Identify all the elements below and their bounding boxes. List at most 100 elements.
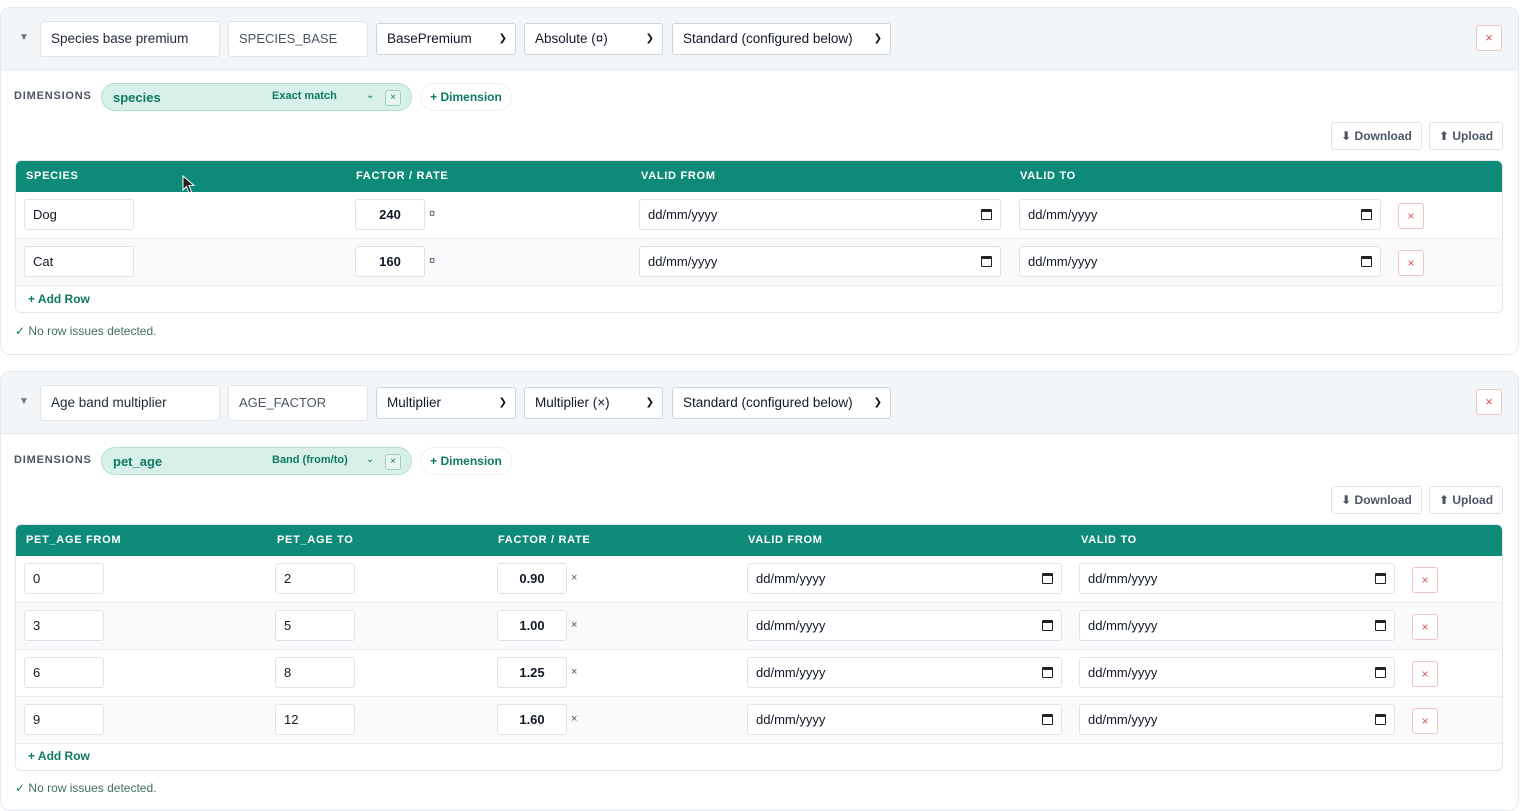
calendar-icon[interactable] (1375, 573, 1386, 584)
table-row: 3 5 1.00 × dd/mm/yyyy dd/mm/yyyy × (16, 603, 1502, 650)
age-to-input[interactable]: 5 (275, 610, 355, 641)
validation-status: ✓ No row issues detected. (15, 324, 156, 338)
calendar-icon[interactable] (1375, 667, 1386, 678)
add-row-button[interactable]: + Add Row (28, 292, 90, 306)
table-row: 9 12 1.60 × dd/mm/yyyy dd/mm/yyyy × (16, 697, 1502, 744)
valid-from-input[interactable]: dd/mm/yyyy (639, 246, 1001, 277)
dimension-match-mode[interactable]: Exact match (272, 90, 337, 102)
calendar-icon[interactable] (1361, 209, 1372, 220)
collapse-toggle-icon[interactable]: ▼ (19, 396, 29, 407)
delete-row-button[interactable]: × (1398, 203, 1424, 229)
calendar-icon[interactable] (1375, 714, 1386, 725)
validation-message: No row issues detected. (28, 781, 157, 795)
calendar-icon[interactable] (1361, 256, 1372, 267)
delete-row-button[interactable]: × (1412, 567, 1438, 593)
valid-to-input[interactable]: dd/mm/yyyy (1079, 704, 1395, 735)
species-input[interactable]: Cat (24, 246, 134, 277)
valid-from-input[interactable]: dd/mm/yyyy (747, 610, 1062, 641)
column-header: SPECIES (26, 170, 79, 182)
delete-row-button[interactable]: × (1412, 708, 1438, 734)
calendar-icon[interactable] (1042, 667, 1053, 678)
rate-input[interactable]: 1.25 (497, 657, 567, 688)
dimension-name: pet_age (113, 454, 163, 469)
column-header: VALID FROM (748, 534, 823, 546)
calendar-icon[interactable] (1042, 714, 1053, 725)
config-mode-select[interactable]: Standard (configured below) ❯ (672, 387, 891, 419)
valid-from-input[interactable]: dd/mm/yyyy (747, 563, 1062, 594)
column-header: PET_AGE FROM (26, 534, 122, 546)
valid-to-input[interactable]: dd/mm/yyyy (1079, 563, 1395, 594)
rate-input[interactable]: 160 (355, 246, 425, 277)
table-header: SPECIES FACTOR / RATE VALID FROM VALID T… (16, 161, 1502, 192)
age-to-input[interactable]: 12 (275, 704, 355, 735)
rate-input[interactable]: 1.60 (497, 704, 567, 735)
factor-code-input[interactable]: SPECIES_BASE (228, 21, 368, 57)
calendar-icon[interactable] (981, 209, 992, 220)
dimension-name: species (113, 90, 161, 105)
age-from-input[interactable]: 9 (24, 704, 104, 735)
column-header: FACTOR / RATE (356, 170, 449, 182)
table-row: 0 2 0.90 × dd/mm/yyyy dd/mm/yyyy × (16, 556, 1502, 603)
rate-input[interactable]: 240 (355, 199, 425, 230)
unit-mode-select[interactable]: Absolute (¤) ❯ (524, 23, 663, 55)
check-icon: ✓ (15, 781, 26, 795)
dimension-chip[interactable]: pet_age Band (from/to) ⌄ × (101, 447, 412, 475)
add-dimension-button[interactable]: + Dimension (420, 83, 512, 111)
valid-to-input[interactable]: dd/mm/yyyy (1019, 199, 1381, 230)
dimension-chip[interactable]: species Exact match ⌄ × (101, 83, 412, 111)
factor-code-input[interactable]: AGE_FACTOR (228, 385, 368, 421)
add-row-button[interactable]: + Add Row (28, 749, 90, 763)
valid-from-input[interactable]: dd/mm/yyyy (747, 657, 1062, 688)
table-row: Dog 240 ¤ dd/mm/yyyy dd/mm/yyyy × (16, 192, 1502, 239)
chevron-down-icon[interactable]: ⌄ (366, 90, 374, 101)
upload-button[interactable]: ⬆ Upload (1429, 486, 1503, 514)
age-from-input[interactable]: 3 (24, 610, 104, 641)
factor-header: ▼ Age band multiplier AGE_FACTOR Multipl… (1, 372, 1518, 434)
delete-row-button[interactable]: × (1412, 661, 1438, 687)
age-from-input[interactable]: 0 (24, 563, 104, 594)
chevron-down-icon: ❯ (873, 397, 882, 408)
chevron-down-icon: ❯ (873, 33, 882, 44)
valid-from-input[interactable]: dd/mm/yyyy (639, 199, 1001, 230)
calendar-icon[interactable] (1042, 573, 1053, 584)
remove-factor-button[interactable]: × (1476, 25, 1502, 51)
valid-from-input[interactable]: dd/mm/yyyy (747, 704, 1062, 735)
unit-mode-select[interactable]: Multiplier (×) ❯ (524, 387, 663, 419)
dimension-match-mode[interactable]: Band (from/to) (272, 454, 348, 466)
rate-input[interactable]: 1.00 (497, 610, 567, 641)
valid-to-input[interactable]: dd/mm/yyyy (1079, 657, 1395, 688)
factor-type-select[interactable]: Multiplier ❯ (376, 387, 516, 419)
factor-name-input[interactable]: Age band multiplier (40, 385, 220, 421)
factor-name-input[interactable]: Species base premium (40, 21, 220, 57)
valid-to-input[interactable]: dd/mm/yyyy (1019, 246, 1381, 277)
download-button[interactable]: ⬇ Download (1331, 486, 1422, 514)
validation-message: No row issues detected. (28, 324, 157, 338)
age-to-input[interactable]: 8 (275, 657, 355, 688)
config-mode-select[interactable]: Standard (configured below) ❯ (672, 23, 891, 55)
chevron-down-icon: ❯ (498, 397, 507, 408)
chevron-down-icon[interactable]: ⌄ (366, 454, 374, 465)
factor-card-species: ▼ Species base premium SPECIES_BASE Base… (0, 7, 1519, 355)
table-header: PET_AGE FROM PET_AGE TO FACTOR / RATE VA… (16, 525, 1502, 556)
collapse-toggle-icon[interactable]: ▼ (19, 32, 29, 43)
calendar-icon[interactable] (1042, 620, 1053, 631)
valid-to-input[interactable]: dd/mm/yyyy (1079, 610, 1395, 641)
remove-dimension-button[interactable]: × (385, 454, 401, 470)
remove-factor-button[interactable]: × (1476, 389, 1502, 415)
calendar-icon[interactable] (981, 256, 992, 267)
remove-dimension-button[interactable]: × (385, 90, 401, 106)
add-dimension-button[interactable]: + Dimension (420, 447, 512, 475)
calendar-icon[interactable] (1375, 620, 1386, 631)
chevron-down-icon: ❯ (645, 397, 654, 408)
upload-button[interactable]: ⬆ Upload (1429, 122, 1503, 150)
species-input[interactable]: Dog (24, 199, 134, 230)
delete-row-button[interactable]: × (1412, 614, 1438, 640)
column-header: VALID TO (1081, 534, 1137, 546)
rate-input[interactable]: 0.90 (497, 563, 567, 594)
factor-type-select[interactable]: BasePremium ❯ (376, 23, 516, 55)
download-button[interactable]: ⬇ Download (1331, 122, 1422, 150)
column-header: FACTOR / RATE (498, 534, 591, 546)
age-to-input[interactable]: 2 (275, 563, 355, 594)
age-from-input[interactable]: 6 (24, 657, 104, 688)
delete-row-button[interactable]: × (1398, 250, 1424, 276)
